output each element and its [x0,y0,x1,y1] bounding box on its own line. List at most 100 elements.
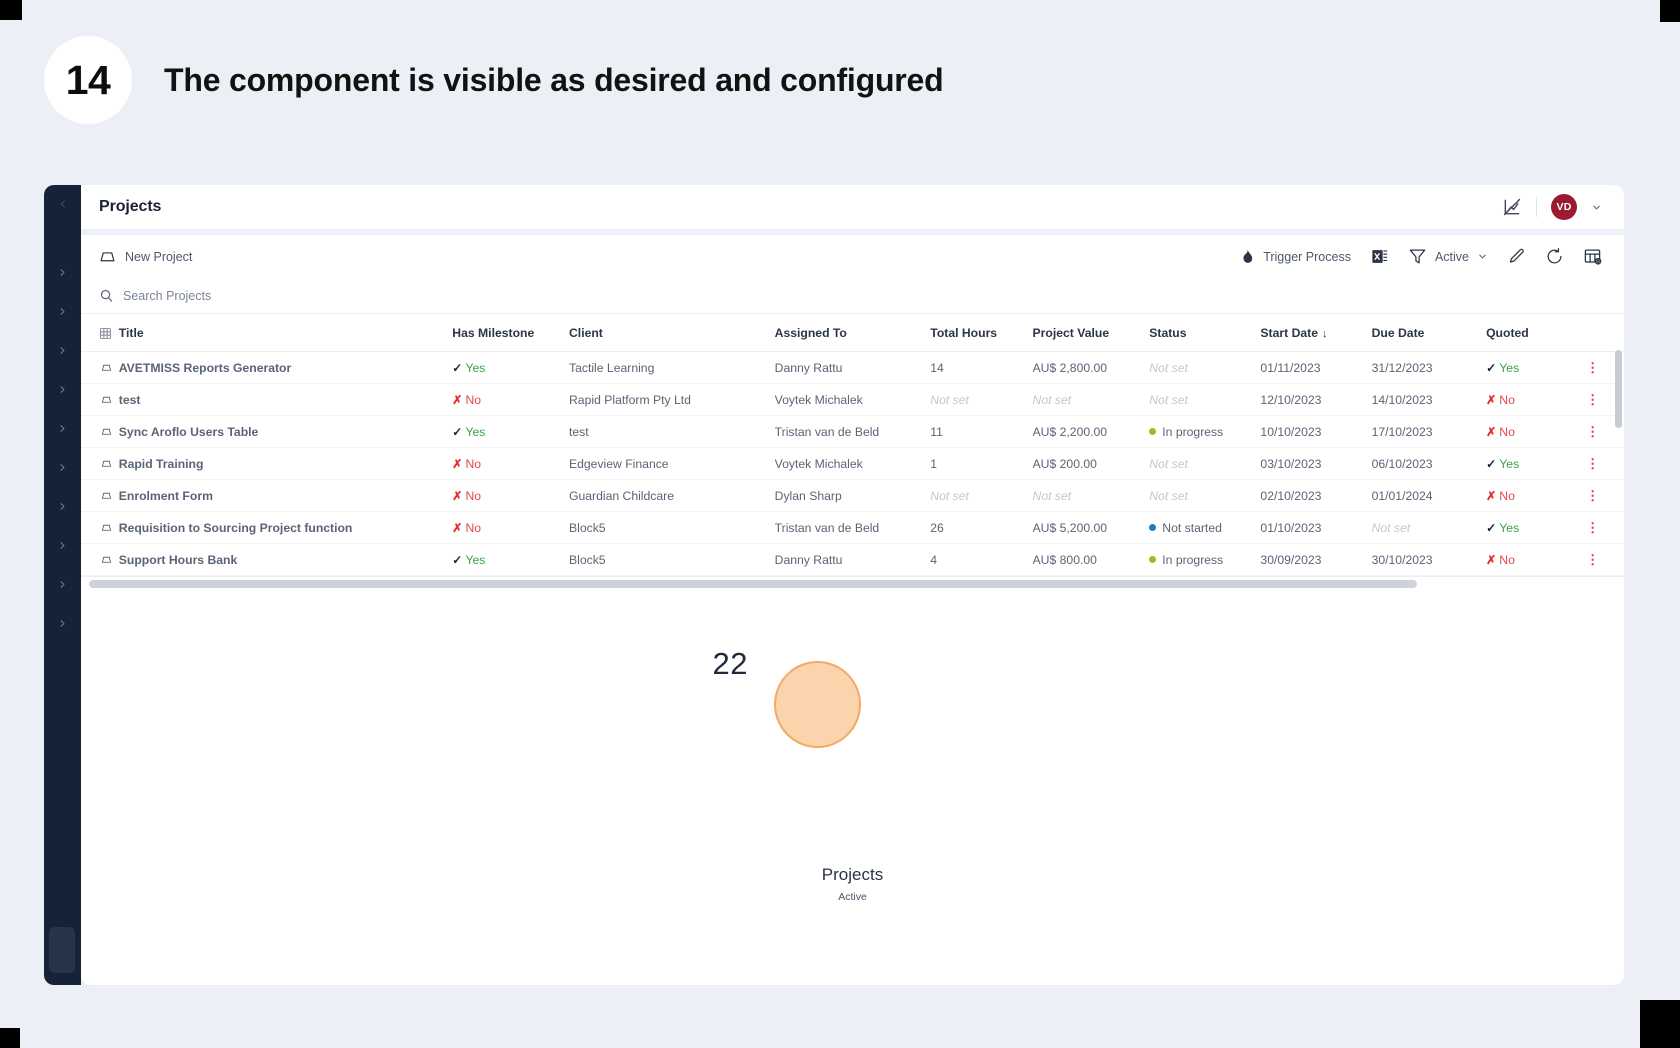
column-header-assigned-to[interactable]: Assigned To [774,314,931,352]
avatar[interactable]: VD [1551,194,1577,220]
sidebar-item-4[interactable] [44,370,81,409]
sidebar-item-8[interactable] [44,526,81,565]
cell-title[interactable]: test [118,383,453,416]
slide-header: 14 The component is visible as desired a… [0,36,944,124]
cell-title[interactable]: Enrolment Form [118,479,453,512]
row-menu-button[interactable]: ⋮ [1586,511,1624,544]
cell-title[interactable]: AVETMISS Reports Generator [118,351,453,384]
table-row[interactable]: Enrolment Form ✗ No Guardian Childcare Dylan… [81,479,1624,512]
sidebar-item-2[interactable] [44,292,81,331]
table-horizontal-scrollbar[interactable] [81,577,1624,591]
chevron-right-icon [60,464,65,471]
cell-quoted: ✓ Yes [1486,511,1587,544]
cell-start-date: 12/10/2023 [1260,383,1372,416]
sidebar-item-10[interactable] [44,604,81,643]
vertical-dots-icon: ⋮ [1586,391,1600,407]
chevron-left-icon [60,200,65,208]
record-icon [101,460,112,467]
column-header-status[interactable]: Status [1149,314,1261,352]
status-label: In progress [1162,552,1224,567]
cell-assigned-to: Danny Rattu [774,543,931,576]
column-selector-cell[interactable] [81,314,119,352]
sidebar-item-3[interactable] [44,331,81,370]
cell-status: Not set [1149,351,1261,384]
cell-total-hours: 14 [930,351,1033,384]
cell-client: Block5 [569,511,775,544]
cell-title[interactable]: Requisition to Sourcing Project function [118,511,453,544]
sidebar-item-5[interactable] [44,409,81,448]
vertical-dots-icon: ⋮ [1586,423,1600,439]
chevron-down-icon [1479,254,1486,259]
row-record-icon-cell[interactable] [81,447,119,480]
row-menu-button[interactable]: ⋮ [1586,543,1624,576]
column-header-due-date[interactable]: Due Date [1371,314,1487,352]
cell-assigned-to: Voytek Michalek [774,383,931,416]
cell-due-date: 01/01/2024 [1371,479,1487,512]
table-row[interactable]: AVETMISS Reports Generator ✓ Yes Tactile Le… [81,351,1624,384]
column-header-quoted[interactable]: Quoted [1486,314,1587,352]
row-record-icon-cell[interactable] [81,511,119,544]
excel-export-icon[interactable] [1370,247,1389,266]
cell-project-value: AU$ 2,200.00 [1032,415,1150,448]
column-header-client[interactable]: Client [569,314,775,352]
check-icon: ✓ [1486,456,1497,471]
chevron-right-icon [60,425,65,432]
cell-total-hours: Not set [930,479,1033,512]
cell-client: Edgeview Finance [569,447,775,480]
row-record-icon-cell[interactable] [81,543,119,576]
vertical-dots-icon: ⋮ [1586,551,1600,567]
cell-assigned-to: Tristan van de Beld [774,415,931,448]
trigger-process-button[interactable]: Trigger Process [1238,248,1351,265]
column-header-start-date[interactable]: Start Date ↓ [1260,314,1372,352]
sidebar-item-6[interactable] [44,448,81,487]
refresh-icon[interactable] [1545,247,1564,266]
scrollbar-thumb[interactable] [89,580,1418,588]
cross-icon: ✗ [1486,392,1497,407]
table-row[interactable]: Sync Aroflo Users Table ✓ Yes test Tristan v… [81,415,1624,448]
check-icon: ✓ [452,360,463,375]
cross-icon: ✗ [1486,424,1497,439]
status-dot [1149,523,1157,531]
cell-client: Tactile Learning [569,351,775,384]
bubble-point[interactable] [773,661,861,748]
cell-due-date: 30/10/2023 [1371,543,1487,576]
chart-off-icon[interactable] [1502,197,1522,217]
cell-title[interactable]: Support Hours Bank [118,543,453,576]
row-record-icon-cell[interactable] [81,415,119,448]
sidebar-item-1[interactable] [44,253,81,292]
table-vertical-scrollbar[interactable] [1615,350,1622,428]
cell-quoted: ✗ No [1486,383,1587,416]
vertical-dots-icon: ⋮ [1586,455,1600,471]
chevron-down-icon[interactable] [1591,202,1602,213]
cell-title[interactable]: Rapid Training [118,447,453,480]
row-menu-button[interactable]: ⋮ [1586,447,1624,480]
sidebar-item-9[interactable] [44,565,81,604]
table-settings-icon[interactable] [1583,247,1602,266]
row-record-icon-cell[interactable] [81,383,119,416]
table-row[interactable]: Support Hours Bank ✓ Yes Block5 Danny Rattu 4… [81,543,1624,576]
search-input[interactable] [123,288,463,303]
filter-button[interactable]: Active [1408,247,1488,266]
not-set-value: Not set [930,488,969,503]
column-header-title[interactable]: Title [118,314,453,352]
cell-project-value: AU$ 800.00 [1032,543,1150,576]
column-header-total-hours[interactable]: Total Hours [930,314,1033,352]
row-record-icon-cell[interactable] [81,351,119,384]
sidebar-footer-block[interactable] [49,927,75,973]
new-project-button[interactable]: New Project [99,248,192,265]
cell-start-date: 30/09/2023 [1260,543,1372,576]
pencil-icon[interactable] [1507,247,1526,266]
table-row[interactable]: test ✗ No Rapid Platform Pty Ltd Voytek Mich… [81,383,1624,416]
column-header-project-value[interactable]: Project Value [1032,314,1150,352]
table-row[interactable]: Rapid Training ✗ No Edgeview Finance Voytek … [81,447,1624,480]
sidebar-collapse-button[interactable] [44,193,81,215]
row-menu-button[interactable]: ⋮ [1586,479,1624,512]
sidebar-item-7[interactable] [44,487,81,526]
cell-title[interactable]: Sync Aroflo Users Table [118,415,453,448]
chevron-right-icon [60,269,65,276]
table-row[interactable]: Requisition to Sourcing Project function… [81,511,1624,544]
boolean-value: Yes [465,424,486,439]
cell-assigned-to: Dylan Sharp [774,479,931,512]
column-header-has-milestone[interactable]: Has Milestone [452,314,569,352]
row-record-icon-cell[interactable] [81,479,119,512]
